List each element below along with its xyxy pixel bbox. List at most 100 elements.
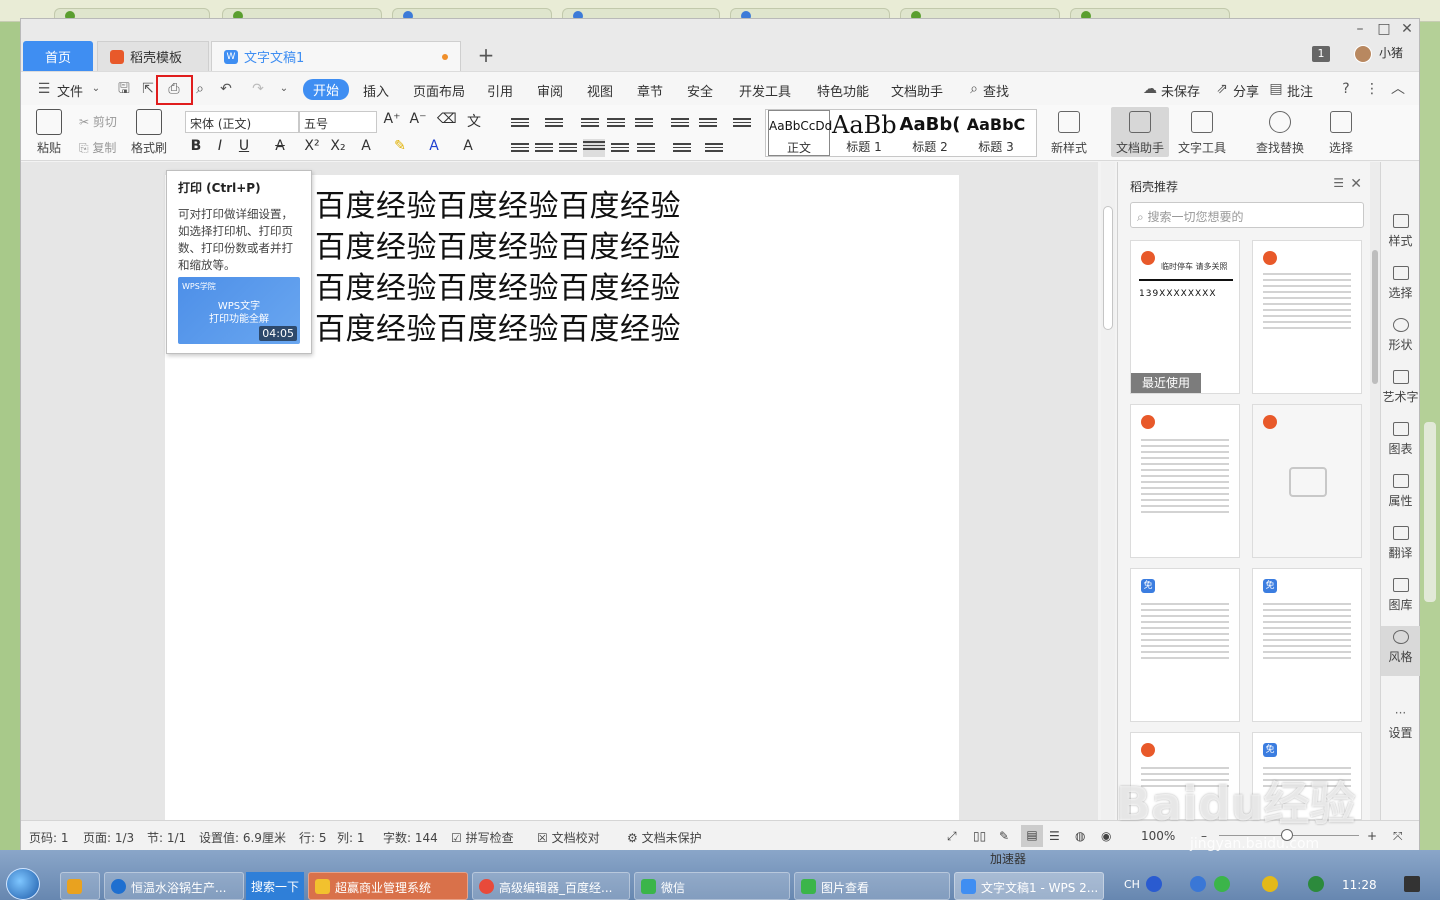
tray-icon[interactable] <box>1262 876 1278 892</box>
menu-references[interactable]: 引用 <box>487 81 513 100</box>
close-button[interactable]: ✕ <box>1397 21 1417 37</box>
right-tool-chart[interactable]: 图表 <box>1381 422 1420 457</box>
style-normal[interactable]: AaBbCcDd 正文 <box>768 110 832 156</box>
align-right-icon[interactable] <box>559 141 577 155</box>
phonetic-icon[interactable]: 文 <box>465 111 483 131</box>
close-icon[interactable]: ✕ <box>1350 176 1362 192</box>
grow-font-icon[interactable]: A⁺ <box>383 111 401 127</box>
menu-file[interactable]: 文件 <box>57 81 83 100</box>
user-name[interactable]: 小猪 <box>1379 44 1403 61</box>
reading-view-icon[interactable]: ▯▯ <box>973 829 986 843</box>
share-button[interactable]: 分享 <box>1233 81 1259 100</box>
sort-icon[interactable] <box>671 116 689 130</box>
spellcheck-button[interactable]: ☑ 拼写检查 <box>451 829 514 846</box>
comment-icon[interactable]: ▤ <box>1267 80 1285 98</box>
document-line[interactable]: 百度经验百度经验百度经验 <box>315 181 681 225</box>
right-tool-wordart[interactable]: 艺术字 <box>1381 370 1420 405</box>
style-heading-2[interactable]: AaBb( 标题 2 <box>898 110 962 156</box>
eye-protect-icon[interactable]: ◉ <box>1101 829 1111 843</box>
share-icon[interactable]: ⇗ <box>1213 80 1231 98</box>
text-direction-icon[interactable] <box>635 116 653 130</box>
new-tab-button[interactable]: + <box>475 43 497 67</box>
more-icon[interactable]: ⋮ <box>1363 80 1381 98</box>
quick-access-more-icon[interactable]: ⌄ <box>275 80 293 98</box>
template-card[interactable]: 临时停车 请多关照 139XXXXXXXX 最近使用 <box>1130 240 1240 394</box>
find-replace-button[interactable]: 查找替换 <box>1251 111 1309 156</box>
taskbar-item[interactable]: 超赢商业管理系统 <box>308 872 468 900</box>
help-icon[interactable]: ? <box>1337 80 1355 98</box>
text-effect-icon[interactable]: A <box>357 138 375 154</box>
outline-view-icon[interactable]: ☰ <box>1049 829 1060 843</box>
taskbar-item[interactable]: 图片查看 <box>794 872 950 900</box>
highlight-icon[interactable]: ✎ <box>391 138 409 154</box>
paste-button[interactable]: 粘贴 <box>27 107 71 156</box>
copy-button[interactable]: ⎘ 复制 <box>79 139 116 156</box>
tab-home[interactable]: 首页 <box>23 41 93 71</box>
menu-developer[interactable]: 开发工具 <box>739 81 791 100</box>
line-break-icon[interactable] <box>699 116 717 130</box>
taskbar-pinned-app[interactable] <box>60 872 100 900</box>
web-view-icon[interactable]: ◍ <box>1075 829 1085 843</box>
select-button[interactable]: 选择 <box>1321 111 1361 156</box>
right-tool-translate[interactable]: 翻译 <box>1381 526 1420 561</box>
template-card[interactable]: 免 <box>1130 568 1240 722</box>
start-button[interactable] <box>6 868 40 900</box>
page-view-icon[interactable]: ▤ <box>1021 825 1043 847</box>
clock[interactable]: 11:28 <box>1342 878 1377 892</box>
collapse-ribbon-icon[interactable]: ︿ <box>1389 80 1407 98</box>
menu-page-layout[interactable]: 页面布局 <box>413 81 465 100</box>
status-word-count[interactable]: 字数: 144 <box>383 829 438 846</box>
right-tool-gallery[interactable]: 图库 <box>1381 578 1420 613</box>
export-icon[interactable]: ⇱ <box>139 80 157 98</box>
underline-icon[interactable]: U <box>235 138 253 154</box>
save-icon[interactable]: 🖫 <box>115 80 133 98</box>
status-row[interactable]: 行: 5 <box>299 829 327 846</box>
help-tray-icon[interactable] <box>1146 876 1162 892</box>
fullscreen-icon[interactable]: ⤢ <box>947 829 957 844</box>
shading-icon[interactable] <box>673 141 691 155</box>
panel-title[interactable]: 稻壳推荐 <box>1130 178 1178 195</box>
distributed-icon[interactable] <box>611 141 629 155</box>
right-tool-select[interactable]: 选择 <box>1381 266 1420 301</box>
shrink-font-icon[interactable]: A⁻ <box>409 111 427 127</box>
menu-start[interactable]: 开始 <box>303 79 350 100</box>
tab-count-badge[interactable]: 1 <box>1312 46 1330 62</box>
accelerator-label[interactable]: 加速器 <box>990 850 1026 867</box>
chevron-down-icon[interactable]: ⌄ <box>87 80 105 98</box>
print-preview-icon[interactable]: ⌕ <box>191 80 209 98</box>
right-tool-settings[interactable]: ··· 设置 <box>1381 706 1420 741</box>
right-tool-theme[interactable]: 风格 <box>1381 626 1420 676</box>
new-style-button[interactable]: 新样式 <box>1045 111 1093 156</box>
document-scrollbar[interactable] <box>1101 162 1115 820</box>
line-spacing-icon[interactable] <box>637 141 655 155</box>
tab-document[interactable]: W 文字文稿1 <box>211 41 461 71</box>
edit-view-icon[interactable]: ✎ <box>999 829 1009 843</box>
increase-indent-icon[interactable] <box>607 116 625 130</box>
bold-icon[interactable]: B <box>187 138 205 154</box>
menu-features[interactable]: 特色功能 <box>817 81 869 100</box>
background-scrollbar[interactable] <box>1424 422 1436 602</box>
protect-button[interactable]: ⚙ 文档未保护 <box>627 829 702 846</box>
menu-search[interactable]: 查找 <box>983 81 1009 100</box>
taskbar-item[interactable]: 高级编辑器_百度经... <box>472 872 630 900</box>
notification-icon[interactable] <box>1404 876 1420 892</box>
taskbar-item[interactable]: 恒温水浴锅生产... <box>104 872 244 900</box>
comment-button[interactable]: 批注 <box>1287 81 1313 100</box>
right-tool-style[interactable]: 样式 <box>1381 214 1420 249</box>
maximize-button[interactable]: □ <box>1374 21 1394 37</box>
zoom-in-icon[interactable]: + <box>1367 829 1377 843</box>
redo-icon[interactable]: ↷ <box>249 80 267 98</box>
document-line[interactable]: 百度经验百度经验百度经验 <box>315 263 681 307</box>
tooltip-video-thumbnail[interactable]: WPS学院 WPS文字 打印功能全解 04:05 <box>178 277 300 344</box>
fit-page-icon[interactable]: ⤧ <box>1393 829 1403 844</box>
italic-icon[interactable]: I <box>211 138 229 154</box>
panel-search-input[interactable]: ⌕ 搜索一切您想要的 <box>1130 202 1364 228</box>
borders-icon[interactable] <box>705 141 723 155</box>
menu-review[interactable]: 审阅 <box>537 81 563 100</box>
doc-assistant-button[interactable]: 文档助手 <box>1111 107 1169 157</box>
status-page-number[interactable]: 页码: 1 <box>29 829 69 846</box>
menu-insert[interactable]: 插入 <box>363 81 389 100</box>
font-color-icon[interactable]: A <box>425 138 443 154</box>
right-tool-properties[interactable]: 属性 <box>1381 474 1420 509</box>
menu-view[interactable]: 视图 <box>587 81 613 100</box>
